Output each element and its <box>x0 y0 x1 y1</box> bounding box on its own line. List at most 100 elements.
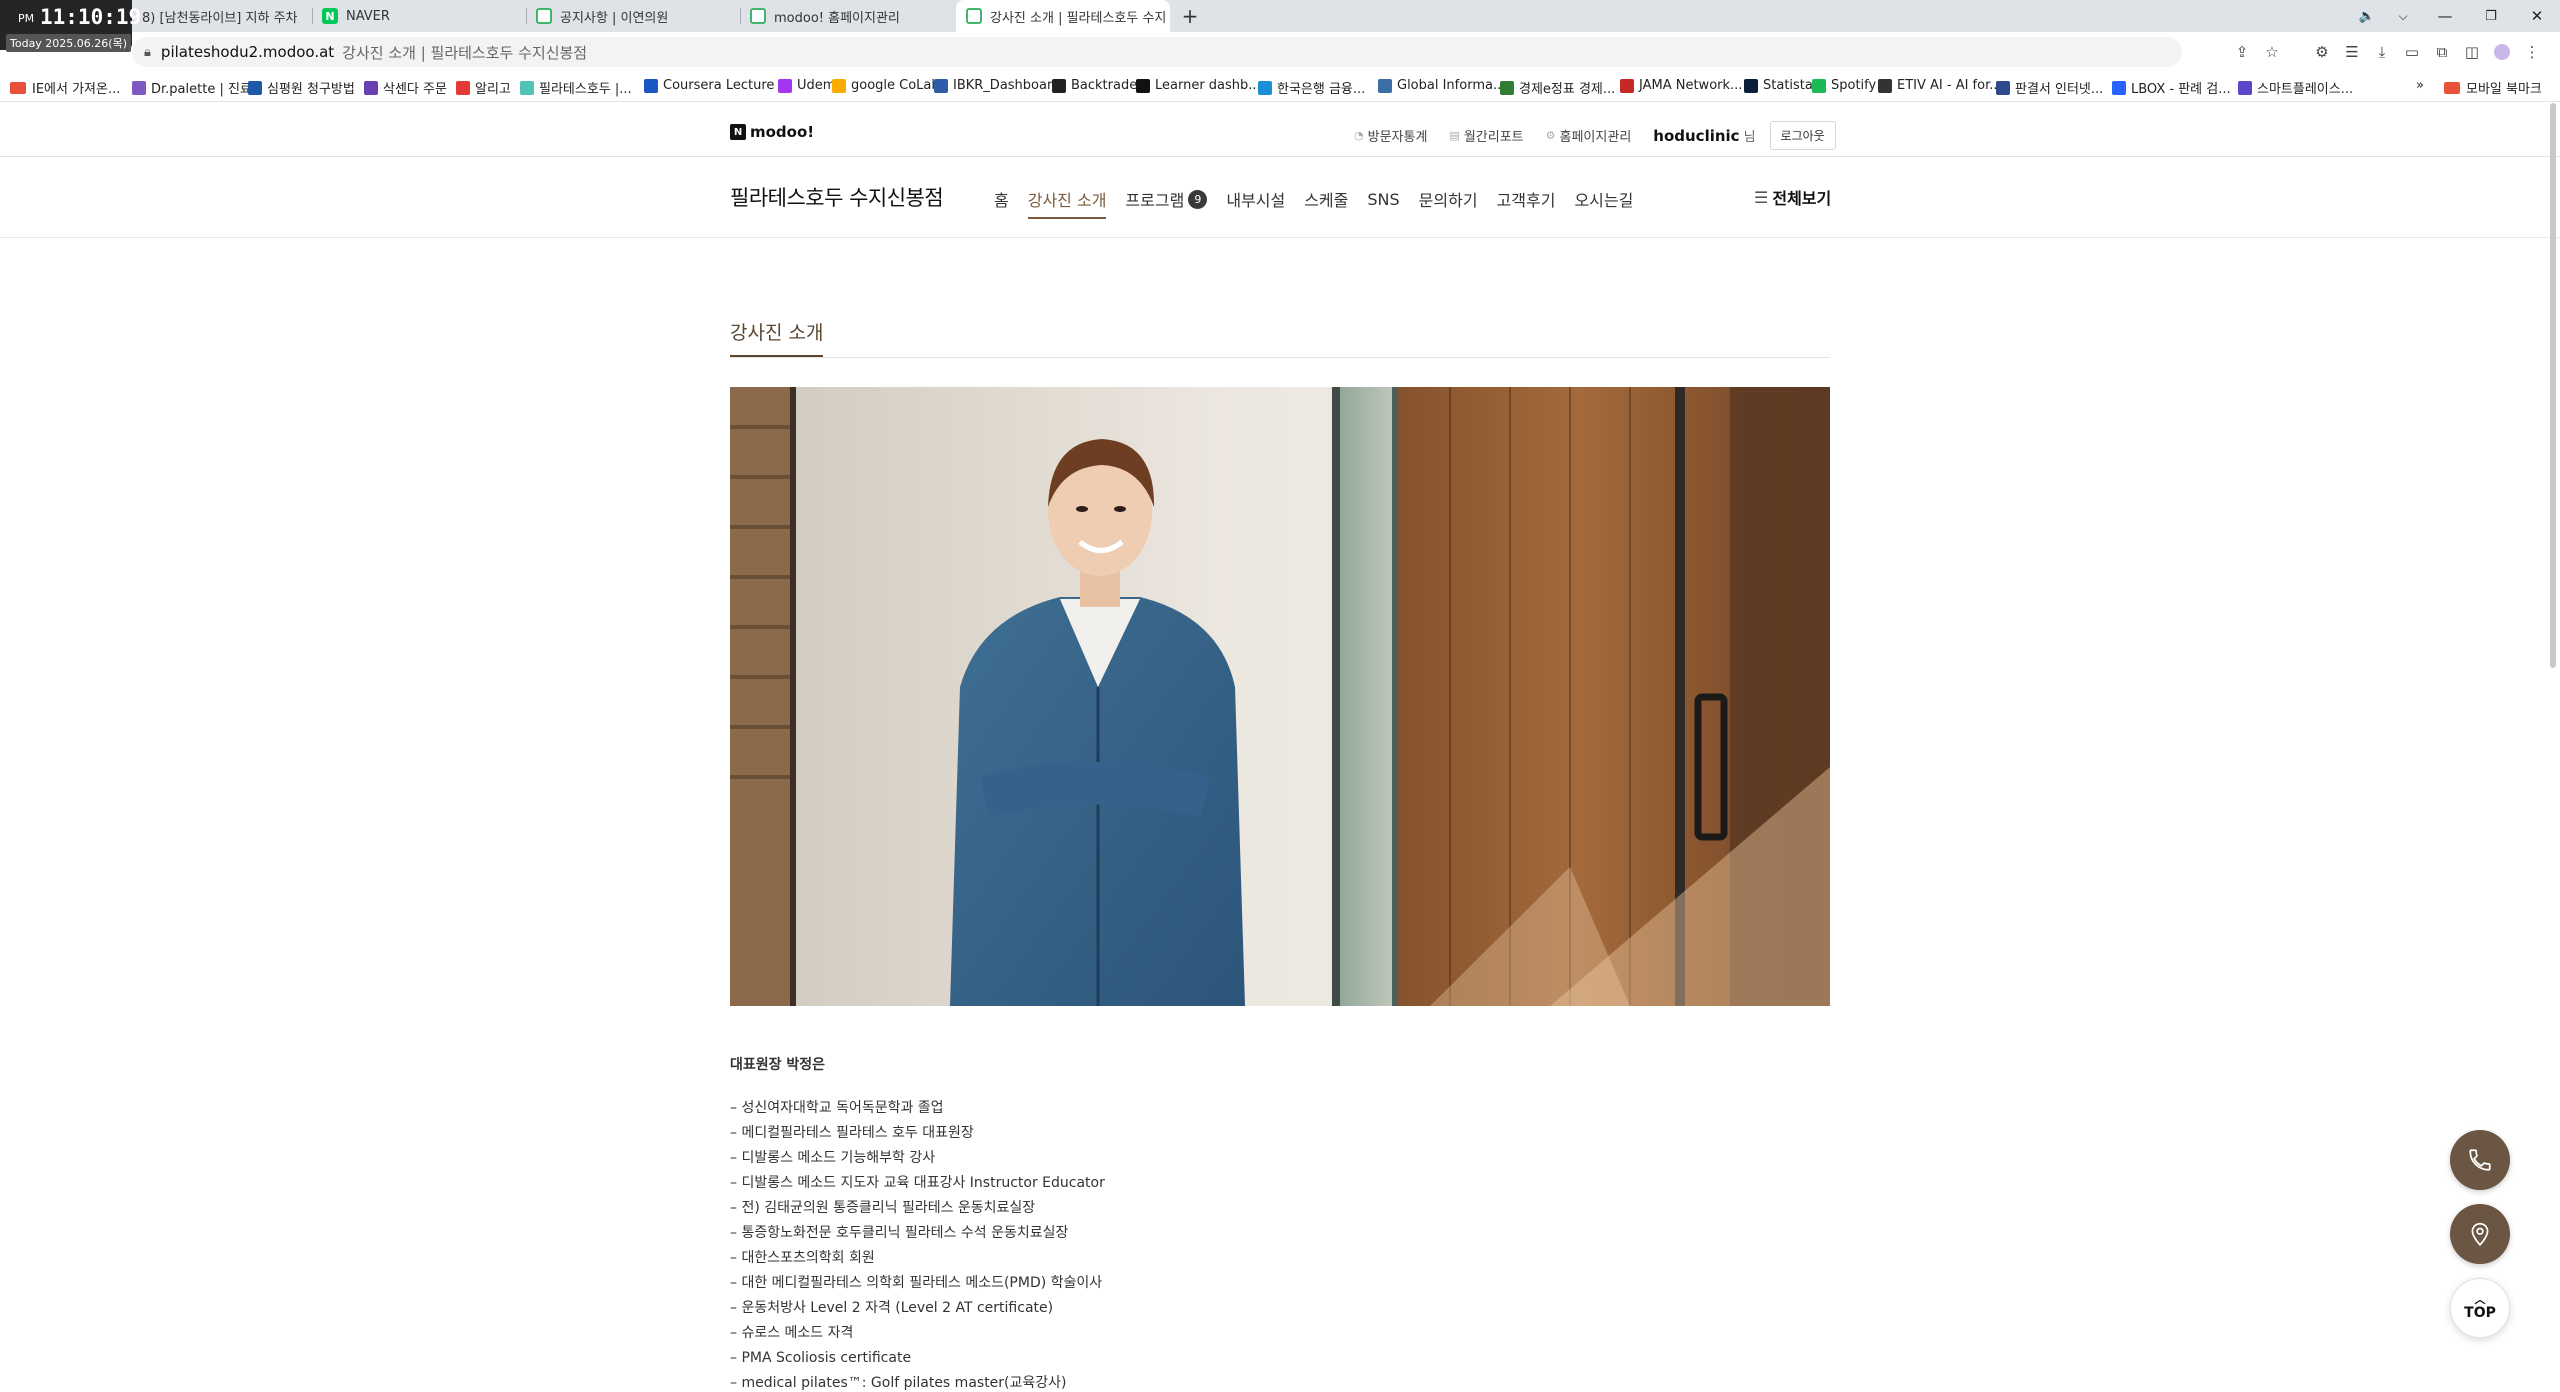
restore-button[interactable]: ❐ <box>2468 0 2514 32</box>
visitor-stats-link[interactable]: ◔ 방문자통계 <box>1354 126 1427 145</box>
reading-list-icon[interactable]: ☰ <box>2340 40 2364 64</box>
bookmark-label: Backtrader <box>1071 78 1143 93</box>
bookmark-item[interactable]: 한국은행 금융... <box>1258 78 1365 97</box>
bookmarks-overflow-button[interactable]: » <box>2416 78 2424 93</box>
bookmark-star-icon[interactable]: ☆ <box>2260 40 2284 64</box>
scroll-top-button[interactable]: ︿ TOP <box>2450 1278 2510 1338</box>
monthly-report-link[interactable]: ▤ 월간리포트 <box>1449 126 1523 145</box>
nav-home[interactable]: 홈 <box>994 187 1009 211</box>
bookmark-item[interactable]: Learner dashb... <box>1136 78 1261 93</box>
scrollbar-thumb[interactable] <box>2550 103 2556 668</box>
nav-reviews[interactable]: 고객후기 <box>1497 187 1556 211</box>
tab-0[interactable]: 8) [남천동라이브] 지하 주차 <box>132 0 312 32</box>
monthly-report-label: 월간리포트 <box>1463 130 1524 145</box>
bookmark-item[interactable]: google CoLab <box>832 78 940 93</box>
location-button[interactable] <box>2450 1204 2510 1264</box>
etiv-icon <box>1878 78 1892 93</box>
url-field[interactable]: 🔒︎ pilateshodu2.modoo.at 강사진 소개 | 필라테스호두… <box>132 37 2182 67</box>
bookmark-label: 스마트플레이스... <box>2257 82 2354 97</box>
hodu-icon <box>520 80 534 95</box>
minimize-button[interactable]: — <box>2422 0 2468 32</box>
bookmark-label: 삭센다 주문 <box>383 82 447 97</box>
close-window-button[interactable]: ✕ <box>2514 0 2560 32</box>
bookmark-item[interactable]: Spotify <box>1812 78 1876 93</box>
map-pin-icon <box>2471 1222 2489 1247</box>
bookmark-item[interactable]: IE에서 가져온... <box>10 78 120 97</box>
bookmark-item[interactable]: IBKR_Dashboard <box>934 78 1060 93</box>
more-menu-icon[interactable]: ⋮ <box>2520 40 2544 64</box>
bookmark-item[interactable]: Dr.palette | 진료 <box>132 78 252 97</box>
chevron-up-icon: ︿ <box>2474 1293 2486 1306</box>
modoo-logo[interactable]: N modoo! <box>730 123 814 141</box>
clock-ampm: PM <box>18 12 35 25</box>
nav-directions[interactable]: 오시는길 <box>1574 187 1633 211</box>
tab-4-title: 강사진 소개 | 필라테스호두 수지 <box>990 10 1167 26</box>
bookmark-label: Statista <box>1763 78 1813 93</box>
bookmark-item[interactable]: Global Informa... <box>1378 78 1505 93</box>
call-button[interactable] <box>2450 1130 2510 1190</box>
bookmark-item[interactable]: LBOX - 판례 검... <box>2112 78 2231 97</box>
tab-naver[interactable]: N NAVER <box>312 0 526 32</box>
folder-icon <box>2444 81 2460 94</box>
bookmark-item[interactable]: JAMA Network... <box>1620 78 1742 93</box>
bookmark-item[interactable]: Statista <box>1744 78 1813 93</box>
main-navigation: 홈 강사진 소개 프로그램 9 내부시설 스케줄 SNS 문의하기 고객후기 오시… <box>994 187 1652 219</box>
homepage-admin-link[interactable]: ⚙ 홈페이지관리 <box>1546 126 1632 145</box>
mobile-bookmarks-folder[interactable]: 모바일 북마크 <box>2444 78 2542 97</box>
bookmark-label: IE에서 가져온... <box>32 82 121 97</box>
bookmark-label: Spotify <box>1831 78 1877 93</box>
bookmark-label: 한국은행 금융... <box>1277 82 1366 97</box>
bio-line: – 디발롱스 메소드 기능해부학 강사 <box>730 1150 936 1166</box>
screenshot-icon[interactable]: ⧉ <box>2430 40 2454 64</box>
logout-button[interactable]: 로그아웃 <box>1769 121 1836 150</box>
tab-search-chevron-icon[interactable]: ⌵ <box>2380 0 2426 32</box>
page-title: 강사진 소개 <box>730 318 824 357</box>
cast-icon[interactable]: ▭ <box>2400 40 2424 64</box>
dr-palette-icon <box>132 80 146 95</box>
bookmark-item[interactable]: Backtrader <box>1052 78 1143 93</box>
nav-instructors[interactable]: 강사진 소개 <box>1027 187 1106 219</box>
naver-n-icon: N <box>730 124 746 140</box>
address-bar-row: 🔒︎ pilateshodu2.modoo.at 강사진 소개 | 필라테스호두… <box>0 32 2560 72</box>
tab-instructor-active[interactable]: 강사진 소개 | 필라테스호두 수지 ✕ <box>956 0 1170 32</box>
download-icon[interactable]: ⤓ <box>2370 40 2394 64</box>
nav-schedule[interactable]: 스케줄 <box>1304 187 1348 211</box>
ibkr-icon <box>934 78 948 93</box>
close-tab-icon[interactable]: ✕ <box>1166 9 1170 24</box>
profile-avatar-icon[interactable] <box>2490 40 2514 64</box>
homepage-admin-label: 홈페이지관리 <box>1559 130 1632 145</box>
bio-line: – 대한 메디컬필라테스 의학회 필라테스 메소드(PMD) 학술이사 <box>730 1275 1103 1291</box>
share-icon[interactable]: ⇪ <box>2230 40 2254 64</box>
bookmark-item[interactable]: 스마트플레이스... <box>2238 78 2353 97</box>
coursera-icon <box>644 78 658 93</box>
page-scrollbar[interactable] <box>2548 103 2558 1392</box>
site-title[interactable]: 필라테스호두 수지신봉점 <box>730 182 944 212</box>
all-menu-button[interactable]: ☰ 전체보기 <box>1754 185 1831 209</box>
bookmark-item[interactable]: 필라테스호두 |... <box>520 78 632 97</box>
bookmark-item[interactable]: ETIV AI - AI for... <box>1878 78 2002 93</box>
tab-2-title: 공지사항 | 이연의원 <box>560 10 669 26</box>
bookmark-item[interactable]: Coursera Lecture <box>644 78 774 93</box>
new-tab-button[interactable]: + <box>1176 0 1204 32</box>
nav-sns[interactable]: SNS <box>1367 190 1399 209</box>
nav-home-label: 홈 <box>994 191 1009 210</box>
extension-icon[interactable]: ⚙ <box>2310 40 2334 64</box>
bookmark-label: IBKR_Dashboard <box>953 78 1061 93</box>
nav-inquiry[interactable]: 문의하기 <box>1419 187 1478 211</box>
bookmark-item[interactable]: 심평원 청구방법 <box>248 78 355 97</box>
tab-modoo-admin[interactable]: modoo! 홈페이지관리 <box>740 0 954 32</box>
modoo-favicon-icon <box>536 8 552 24</box>
split-view-icon[interactable]: ◫ <box>2460 40 2484 64</box>
nav-program[interactable]: 프로그램 9 <box>1125 187 1208 211</box>
bookmark-item[interactable]: 판결서 인터넷... <box>1996 78 2103 97</box>
backtrader-icon <box>1052 78 1066 93</box>
tab-1-title: NAVER <box>346 8 390 24</box>
bookmark-item[interactable]: 경제e정표 경제... <box>1500 78 1615 97</box>
tab-notice[interactable]: 공지사항 | 이연의원 <box>526 0 740 32</box>
bio-title: 대표원장 박정은 <box>730 1057 826 1073</box>
nav-facilities[interactable]: 내부시설 <box>1226 187 1285 211</box>
bookmark-label: Global Informa... <box>1397 78 1506 93</box>
udemy-icon <box>778 78 792 93</box>
bookmark-item[interactable]: 삭센다 주문 <box>364 78 447 97</box>
bookmark-item[interactable]: 알리고 <box>456 78 511 97</box>
